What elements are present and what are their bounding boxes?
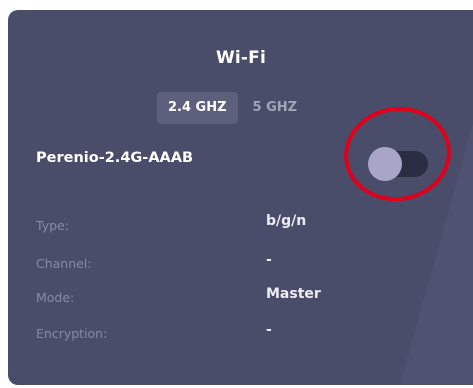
encryption-label: Encryption: bbox=[36, 326, 108, 341]
mode-value: Master bbox=[266, 286, 321, 302]
type-label: Type: bbox=[36, 218, 69, 233]
toggle-knob bbox=[368, 147, 402, 181]
wifi-panel: Wi-Fi 2.4 GHZ 5 GHZ Perenio-2.4G-AAAB Ty… bbox=[8, 10, 473, 385]
mode-label: Mode: bbox=[36, 290, 75, 305]
channel-value: - bbox=[266, 252, 272, 268]
screen: Wi-Fi 2.4 GHZ 5 GHZ Perenio-2.4G-AAAB Ty… bbox=[0, 0, 473, 388]
network-name: Perenio-2.4G-AAAB bbox=[36, 150, 194, 166]
panel-title: Wi-Fi bbox=[215, 48, 267, 68]
tab-2-4-ghz[interactable]: 2.4 GHZ bbox=[157, 92, 238, 124]
tab-5-ghz[interactable]: 5 GHZ bbox=[242, 92, 309, 124]
encryption-value: - bbox=[266, 322, 272, 338]
wifi-toggle-switch[interactable] bbox=[368, 147, 430, 181]
band-tabs: 2.4 GHZ 5 GHZ bbox=[157, 92, 312, 124]
type-value: b/g/n bbox=[266, 213, 307, 229]
channel-label: Channel: bbox=[36, 256, 92, 271]
